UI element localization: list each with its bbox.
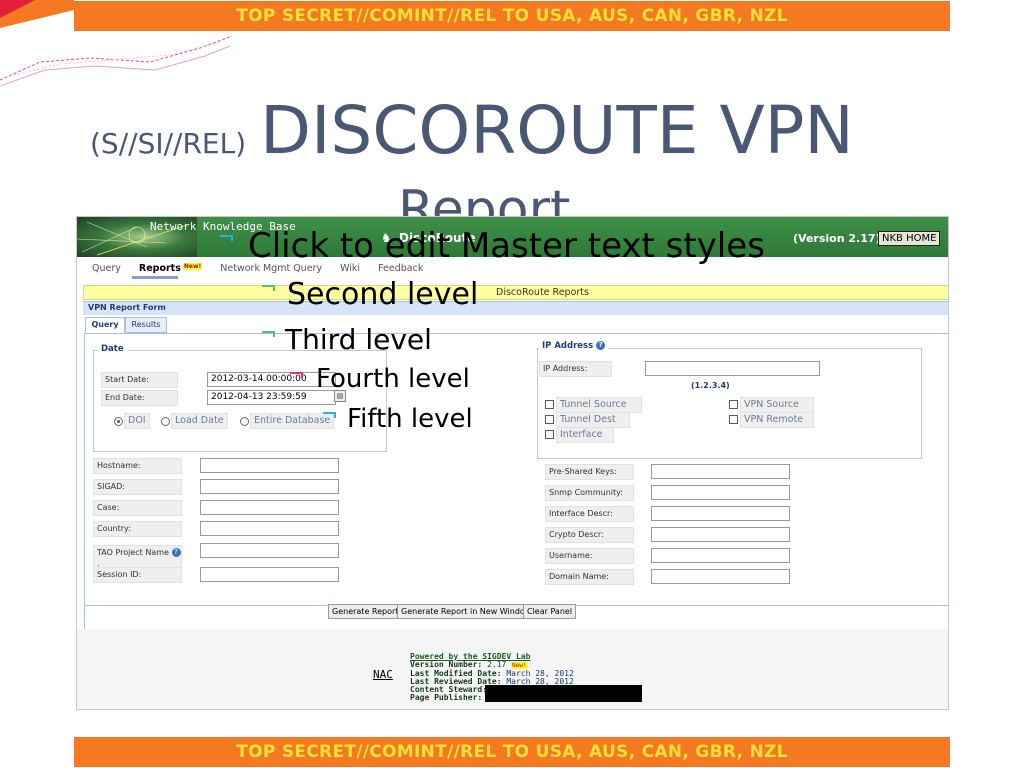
- clear-panel-button[interactable]: Clear Panel: [523, 604, 577, 619]
- domain-name-input[interactable]: [651, 569, 790, 584]
- tab-query[interactable]: Query: [85, 317, 125, 333]
- ip-address-input[interactable]: [645, 361, 820, 376]
- master-text-level-2: Second level: [287, 277, 479, 312]
- pre-shared-keys-label: Pre-Shared Keys:: [545, 464, 634, 480]
- tao-project-input[interactable]: [200, 543, 339, 558]
- generate-report-button[interactable]: Generate Report: [328, 604, 403, 619]
- ip-hint: (1.2.3.4): [691, 381, 730, 390]
- title-main: DISCOROUTE VPN: [260, 92, 854, 169]
- nkb-home-button[interactable]: NKB HOME: [878, 231, 941, 246]
- master-text-level-1: Click to edit Master text styles: [248, 226, 765, 266]
- check-tunnel-dest[interactable]: [545, 415, 554, 424]
- session-id-label: Session ID:: [93, 567, 182, 583]
- bullet-icon: [290, 372, 303, 378]
- nav-reports[interactable]: Reports New!: [138, 263, 203, 274]
- tao-project-label-text: TAO Project Name: [97, 548, 169, 557]
- bullet-icon: [220, 235, 233, 241]
- nav-query[interactable]: Query: [92, 263, 121, 274]
- discoroute-screenshot: Network Knowledge Base ♞ DiscoRoute (Ver…: [76, 216, 949, 710]
- check-tunnel-source[interactable]: [545, 400, 554, 409]
- section-bar: DiscoRoute Reports: [83, 285, 948, 300]
- publisher-label: Page Publisher:: [410, 693, 483, 702]
- pre-shared-keys-input[interactable]: [651, 464, 790, 479]
- new-badge: New!: [182, 263, 203, 270]
- hostname-input[interactable]: [200, 458, 339, 473]
- radio-load-date-label: Load Date: [171, 413, 228, 429]
- active-nav-underline: [132, 276, 178, 279]
- bullet-icon: [262, 331, 275, 337]
- domain-name-label: Domain Name:: [545, 569, 634, 585]
- classification-banner-bottom: TOP SECRET//COMINT//REL TO USA, AUS, CAN…: [74, 737, 950, 767]
- slide-title: (S//SI//REL) DISCOROUTE VPN: [90, 92, 950, 169]
- username-input[interactable]: [651, 548, 790, 563]
- end-date-label: End Date:: [101, 390, 178, 406]
- date-legend: Date: [98, 344, 127, 354]
- crypto-descr-label: Crypto Descr:: [545, 527, 634, 543]
- radio-doi[interactable]: [114, 417, 123, 426]
- check-interface[interactable]: [545, 430, 554, 439]
- check-tunnel-source-label: Tunnel Source: [556, 397, 642, 413]
- interface-descr-input[interactable]: [651, 506, 790, 521]
- version-number-label: Version Number:: [410, 660, 483, 669]
- interface-descr-label: Interface Descr:: [545, 506, 634, 522]
- case-input[interactable]: [200, 500, 339, 515]
- crypto-descr-input[interactable]: [651, 527, 790, 542]
- session-id-input[interactable]: [200, 567, 339, 582]
- bullet-icon: [262, 285, 275, 291]
- version-label: (Version 2.17): [793, 232, 881, 245]
- redaction-bar: [485, 685, 642, 702]
- sigad-input[interactable]: [200, 479, 339, 494]
- title-classification: (S//SI//REL): [90, 127, 247, 160]
- check-vpn-remote-label: VPN Remote: [740, 412, 814, 428]
- help-icon[interactable]: ?: [171, 548, 181, 557]
- tab-results[interactable]: Results: [125, 317, 167, 333]
- hostname-label: Hostname:: [93, 458, 182, 474]
- radio-load-date[interactable]: [161, 417, 170, 426]
- check-vpn-remote[interactable]: [729, 415, 738, 424]
- new-badge: New!: [511, 662, 528, 669]
- ip-address-label: IP Address:: [539, 361, 612, 377]
- nac-link[interactable]: NAC: [373, 668, 393, 681]
- decorative-swoosh: [0, 0, 233, 87]
- nav-reports-label: Reports: [138, 263, 181, 274]
- snmp-community-input[interactable]: [651, 485, 790, 500]
- username-label: Username:: [545, 548, 634, 564]
- check-tunnel-dest-label: Tunnel Dest: [556, 412, 630, 428]
- ip-legend-text: IP Address: [542, 341, 594, 351]
- help-icon[interactable]: ?: [596, 341, 606, 350]
- snmp-community-label: Snmp Community:: [545, 485, 634, 501]
- ip-legend: IP Address ?: [539, 341, 609, 351]
- country-input[interactable]: [200, 521, 339, 536]
- country-label: Country:: [93, 521, 182, 537]
- version-number-value: 2.17: [487, 660, 507, 669]
- master-text-level-5: Fifth level: [347, 404, 473, 434]
- form-header: VPN Report Form: [83, 301, 948, 315]
- check-vpn-source[interactable]: [729, 400, 738, 409]
- master-text-level-4: Fourth level: [316, 364, 470, 394]
- generate-report-new-window-button[interactable]: Generate Report in New Window: [397, 604, 536, 619]
- bullet-icon: [323, 412, 336, 418]
- form-title: VPN Report Form: [88, 303, 166, 312]
- start-date-label: Start Date:: [101, 372, 178, 388]
- radio-doi-label: DOI: [124, 413, 150, 429]
- sigad-label: SIGAD:: [93, 479, 182, 495]
- check-vpn-source-label: VPN Source: [740, 397, 814, 413]
- radio-entire-database-label: Entire Database: [250, 413, 335, 429]
- radio-entire-database[interactable]: [240, 417, 249, 426]
- check-interface-label: Interface: [556, 427, 614, 443]
- case-label: Case:: [93, 500, 182, 516]
- section-title: DiscoRoute Reports: [496, 287, 589, 298]
- master-text-level-3: Third level: [285, 323, 432, 356]
